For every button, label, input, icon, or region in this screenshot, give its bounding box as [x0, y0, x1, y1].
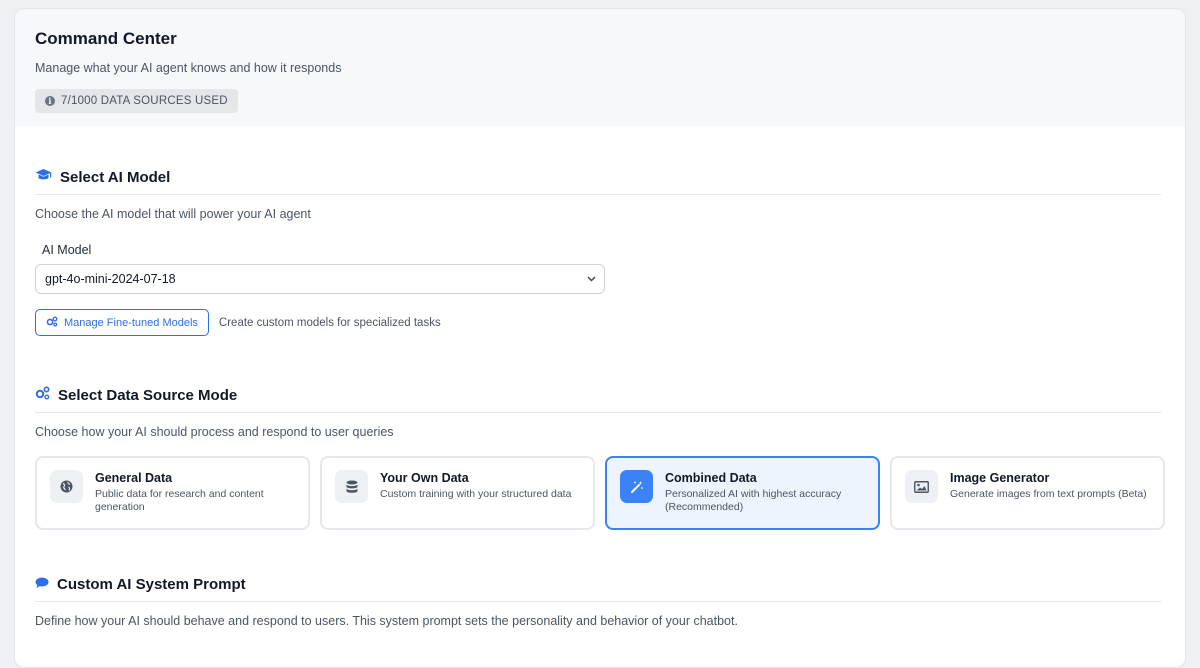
- mode-card-combined-data[interactable]: Combined Data Personalized AI with highe…: [605, 456, 880, 530]
- mode-card-your-own-data[interactable]: Your Own Data Custom training with your …: [320, 456, 595, 530]
- prompt-section-heading: Custom AI System Prompt: [35, 574, 1165, 594]
- graduation-cap-icon: [35, 168, 52, 186]
- globe-icon: [50, 470, 83, 503]
- command-center-panel: Command Center Manage what your AI agent…: [14, 8, 1186, 668]
- data-source-mode-section: Select Data Source Mode Choose how your …: [15, 385, 1185, 530]
- chat-bubble-icon: [35, 576, 49, 593]
- mode-card-title: Combined Data: [665, 471, 757, 485]
- mode-card-description: Personalized AI with highest accuracy (R…: [665, 488, 842, 513]
- database-icon: [335, 470, 368, 503]
- divider: [35, 601, 1161, 602]
- magic-wand-icon: [620, 470, 653, 503]
- divider: [35, 194, 1161, 195]
- mode-card-description: Public data for research and content gen…: [95, 488, 264, 513]
- image-icon: [905, 470, 938, 503]
- mode-section-title: Select Data Source Mode: [58, 386, 238, 404]
- model-section-title: Select AI Model: [60, 168, 171, 186]
- divider: [35, 412, 1161, 413]
- page-subtitle: Manage what your AI agent knows and how …: [35, 61, 342, 75]
- prompt-section-description: Define how your AI should behave and res…: [35, 614, 738, 628]
- model-section: Select AI Model Choose the AI model that…: [15, 167, 1185, 336]
- model-section-description: Choose the AI model that will power your…: [35, 207, 311, 221]
- model-section-heading: Select AI Model: [35, 167, 1165, 187]
- mode-card-text: Combined Data Personalized AI with highe…: [665, 470, 866, 514]
- mode-card-text: Your Own Data Custom training with your …: [380, 470, 571, 501]
- mode-section-heading: Select Data Source Mode: [35, 385, 1165, 405]
- info-icon: i: [45, 96, 55, 106]
- mode-card-title: Image Generator: [950, 471, 1050, 485]
- data-source-mode-cards: General Data Public data for research an…: [35, 456, 1165, 530]
- prompt-section-title: Custom AI System Prompt: [57, 575, 246, 593]
- mode-section-description: Choose how your AI should process and re…: [35, 425, 394, 439]
- page-title: Command Center: [35, 29, 177, 48]
- usage-badge: i 7/1000 DATA SOURCES USED: [35, 89, 238, 113]
- gears-icon: [46, 316, 58, 330]
- fine-tune-description: Create custom models for specialized tas…: [218, 316, 441, 329]
- ai-model-selected-value: gpt-4o-mini-2024-07-18: [45, 272, 176, 286]
- manage-fine-tuned-models-button[interactable]: Manage Fine-tuned Models: [35, 309, 209, 336]
- mode-card-description: Generate images from text prompts (Beta): [950, 488, 1147, 500]
- mode-card-title: General Data: [95, 471, 173, 485]
- gears-icon: [35, 386, 50, 404]
- mode-card-text: Image Generator Generate images from tex…: [950, 470, 1147, 501]
- fine-tune-row: Manage Fine-tuned Models Create custom m…: [35, 309, 1165, 336]
- page-header: Command Center Manage what your AI agent…: [15, 9, 1185, 126]
- manage-fine-tuned-models-label: Manage Fine-tuned Models: [64, 316, 198, 329]
- ai-model-label: AI Model: [42, 243, 92, 257]
- mode-card-text: General Data Public data for research an…: [95, 470, 296, 514]
- mode-card-description: Custom training with your structured dat…: [380, 488, 572, 500]
- mode-card-title: Your Own Data: [380, 471, 469, 485]
- mode-card-general-data[interactable]: General Data Public data for research an…: [35, 456, 310, 530]
- mode-card-image-generator[interactable]: Image Generator Generate images from tex…: [890, 456, 1165, 530]
- usage-badge-label: 7/1000 DATA SOURCES USED: [61, 95, 228, 107]
- chevron-down-icon: [587, 274, 596, 285]
- system-prompt-section: Custom AI System Prompt Define how your …: [15, 574, 1185, 628]
- ai-model-select[interactable]: gpt-4o-mini-2024-07-18: [35, 264, 605, 294]
